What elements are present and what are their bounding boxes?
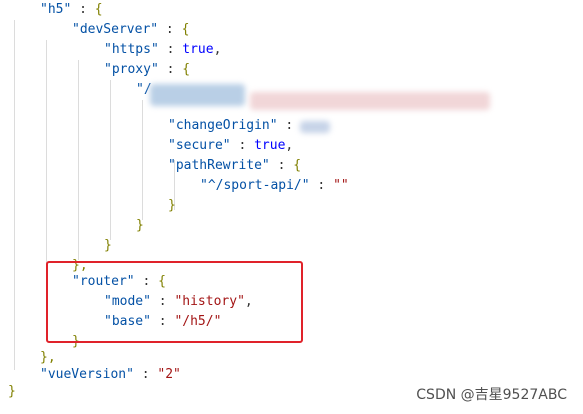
changeorigin-key: "changeOrigin" — [168, 118, 278, 133]
vueversion-value: "2" — [157, 367, 181, 382]
proxy-key: "proxy" — [104, 62, 159, 77]
vueversion-key: "vueVersion" — [40, 367, 134, 382]
router-highlight-box — [46, 261, 303, 343]
indent-guide — [110, 80, 111, 240]
code-line-pathrewrite-rule: "^/sport-api/" : "" — [200, 178, 349, 193]
devserver-key: "devServer" — [72, 22, 159, 37]
https-value: true — [182, 42, 214, 57]
code-line-secure: "secure" : true, — [168, 138, 294, 153]
https-key: "https" — [104, 42, 159, 57]
h5-key: "h5" — [40, 2, 72, 17]
redacted-area — [150, 84, 245, 106]
code-line-pathrewrite: "pathRewrite" : { — [168, 158, 302, 173]
code-line-changeorigin: "changeOrigin" : — [168, 118, 302, 133]
indent-guide — [142, 100, 143, 220]
watermark: CSDN @吉星9527ABC — [416, 387, 567, 403]
code-line-proxy: "proxy" : { — [104, 62, 191, 77]
redacted-area — [300, 121, 330, 133]
code-line-h5: "h5" : { — [40, 2, 103, 17]
code-line-devserver: "devServer" : { — [72, 22, 190, 37]
code-line-close: } — [136, 218, 144, 233]
pathrewrite-rule-key: "^/sport-api/" — [200, 178, 310, 193]
pathrewrite-rule-value: "" — [333, 178, 349, 193]
indent-guide — [14, 20, 15, 370]
secure-key: "secure" — [168, 138, 231, 153]
code-line-https: "https" : true, — [104, 42, 222, 57]
code-line-close: } — [8, 384, 16, 399]
code-line-close: } — [168, 198, 176, 213]
redacted-area — [250, 92, 490, 110]
code-line-close: } — [104, 238, 112, 253]
secure-value: true — [254, 138, 286, 153]
code-line-vueversion: "vueVersion" : "2" — [40, 367, 181, 382]
pathrewrite-key: "pathRewrite" — [168, 158, 270, 173]
indent-guide — [78, 60, 79, 260]
